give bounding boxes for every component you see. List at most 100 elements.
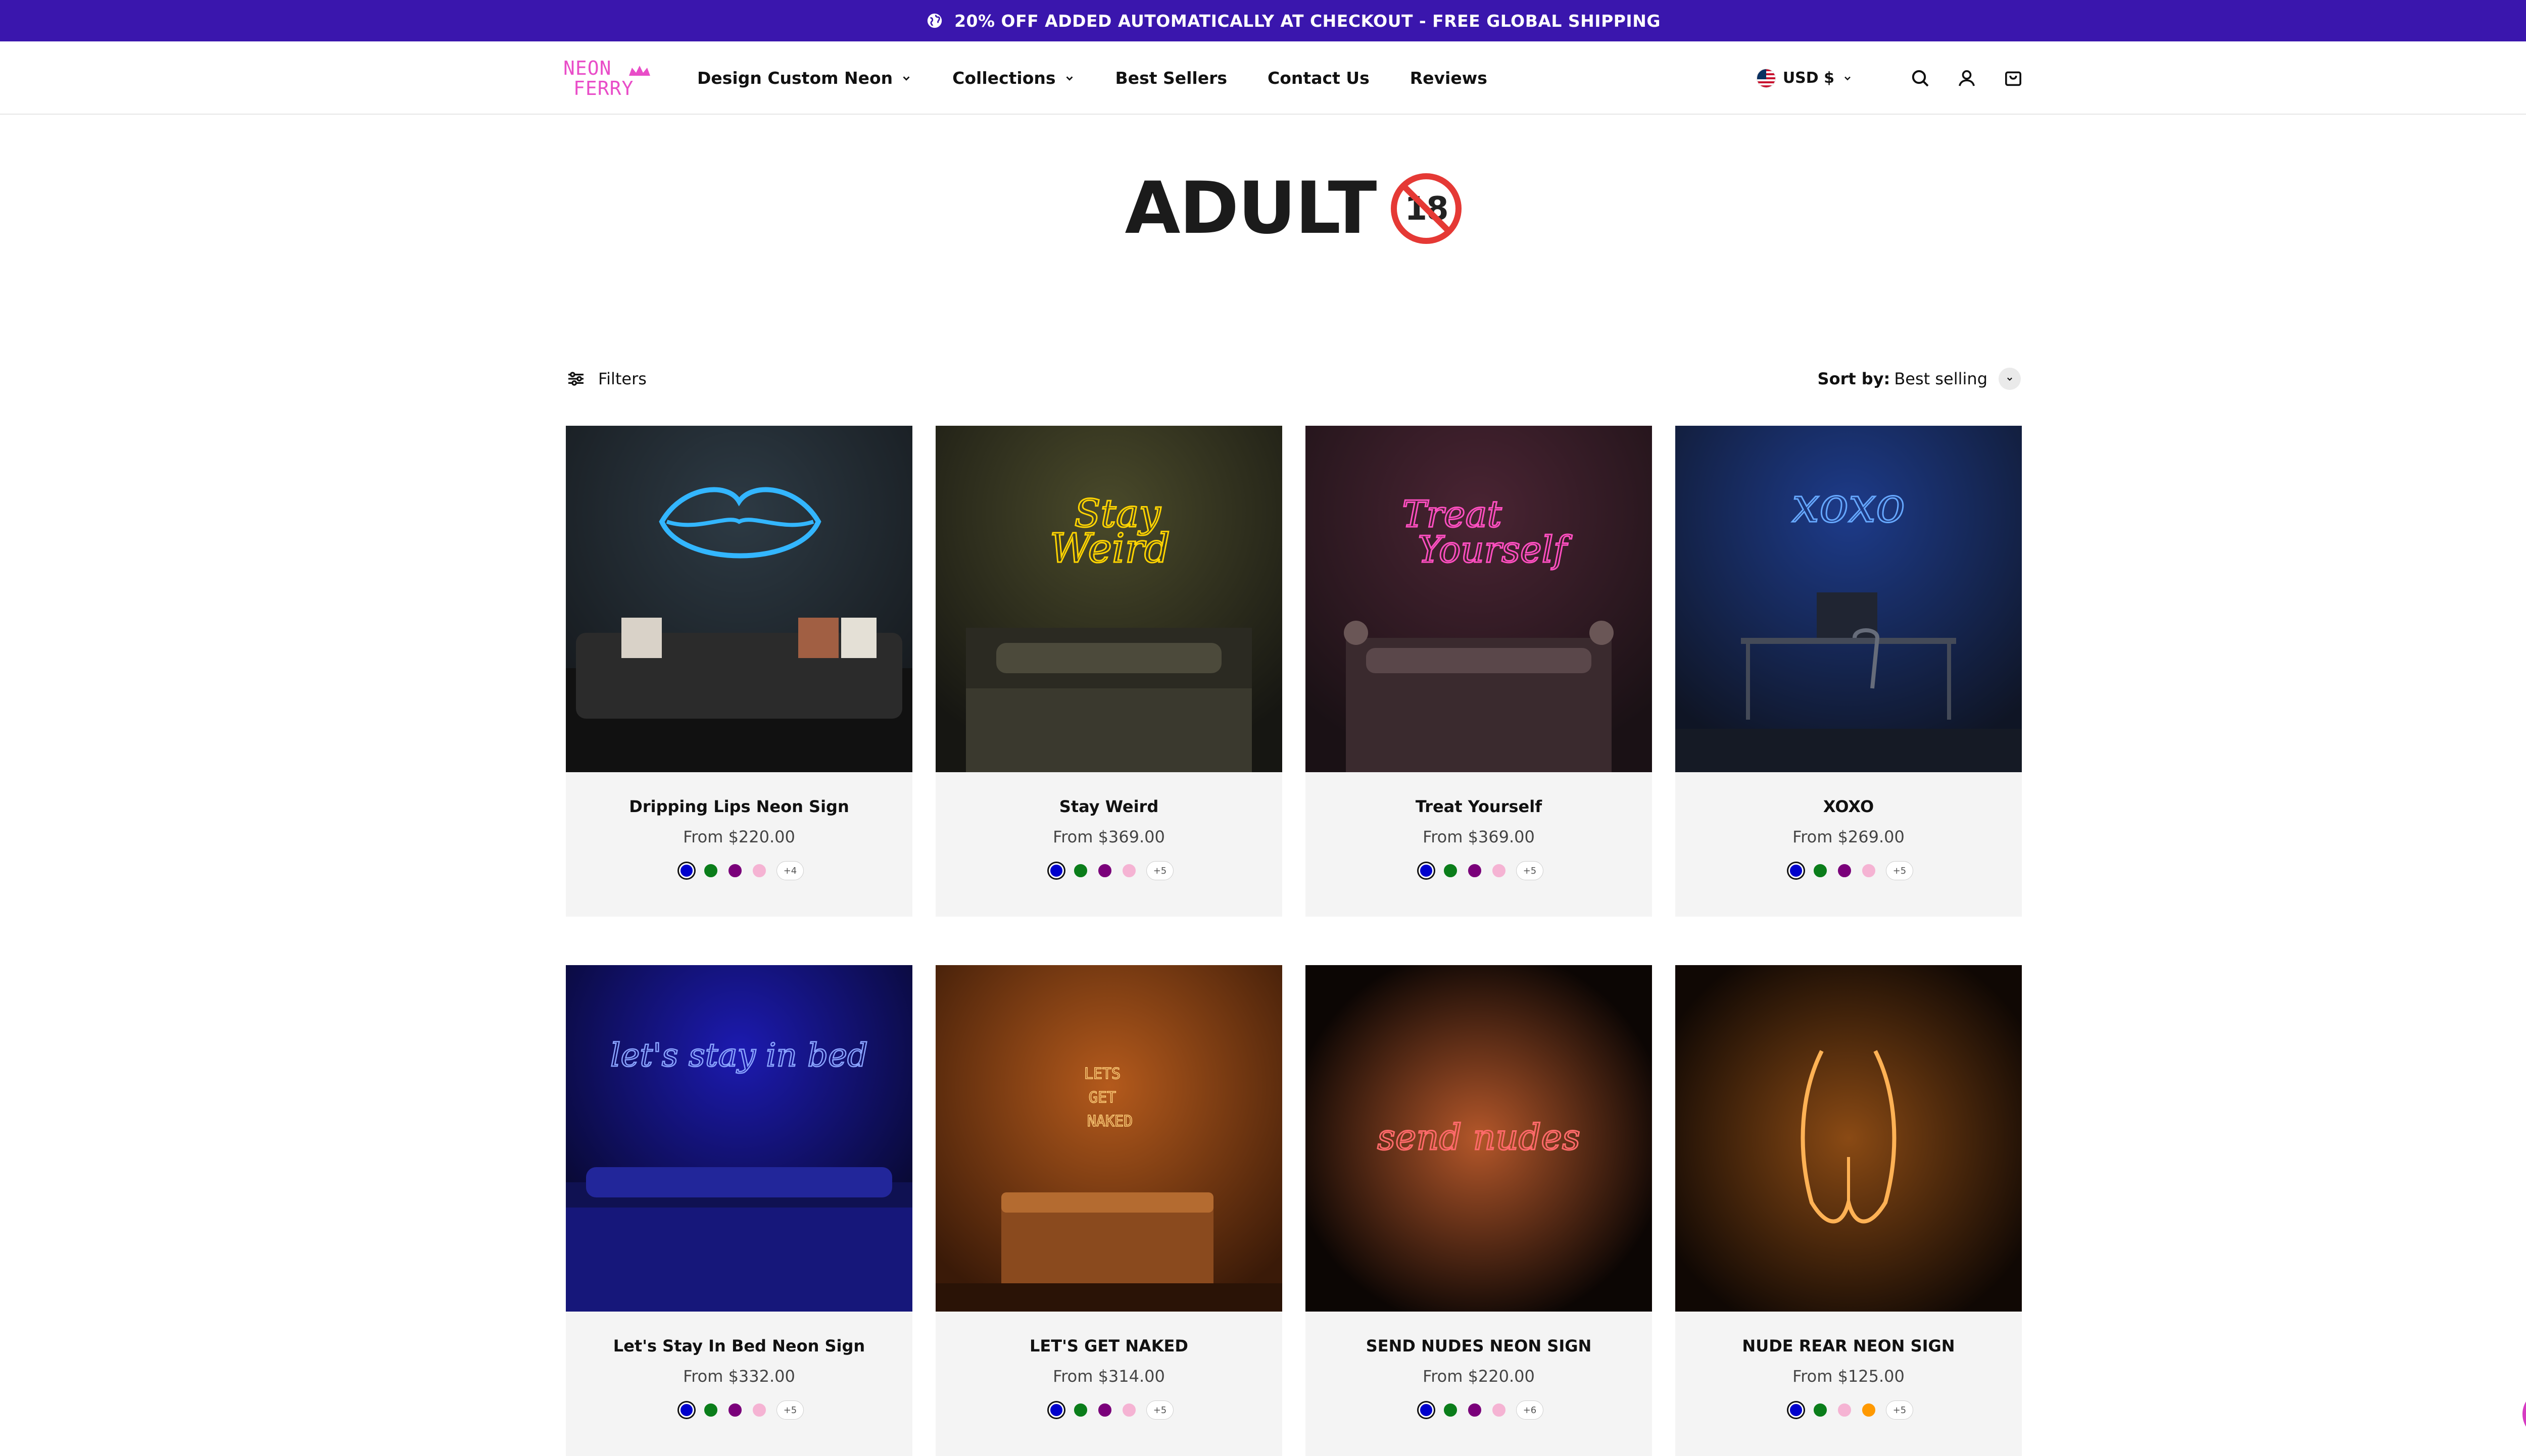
chevron-down-icon	[1999, 368, 2021, 390]
swatch-blue[interactable]	[1419, 1402, 1434, 1418]
sign-text-send-nudes: send nudes	[1377, 1117, 1580, 1158]
product-name: LET'S GET NAKED	[1030, 1336, 1188, 1355]
page-title: ADULT 18	[0, 167, 2526, 250]
sort-label: Sort by:	[1817, 369, 1890, 388]
swatch-blue[interactable]	[679, 863, 694, 878]
product-price: From $220.00	[683, 827, 795, 846]
product-card[interactable]: xoxo XOXO From $269.00 +5	[1675, 426, 2022, 917]
logo-line-2: FERRY	[573, 77, 634, 99]
page-title-text: ADULT	[1125, 167, 1377, 250]
sign-text-weird: Weird	[1050, 525, 1170, 572]
swatch-purple[interactable]	[1097, 1402, 1112, 1418]
site-header: NEON FERRY Design Custom Neon Collection…	[0, 41, 2526, 115]
product-image-nude-rear	[1675, 965, 2022, 1312]
nav-label: Design Custom Neon	[697, 68, 893, 88]
swatch-green[interactable]	[703, 1402, 718, 1418]
swatch-pink[interactable]	[1122, 1402, 1137, 1418]
swatch-pink[interactable]	[1491, 1402, 1507, 1418]
sort-value: Best selling	[1894, 369, 1987, 388]
nav-design-custom-neon[interactable]: Design Custom Neon	[697, 68, 912, 88]
crown-icon	[629, 66, 650, 76]
product-image-lets-stay-in-bed: let's stay in bed	[566, 965, 912, 1312]
more-swatches-badge[interactable]: +5	[1886, 1400, 1913, 1420]
filters-label: Filters	[598, 369, 647, 388]
product-image-treat-yourself: Treat Yourself	[1305, 426, 1652, 772]
more-swatches-badge[interactable]: +6	[1516, 1400, 1543, 1420]
product-name: Treat Yourself	[1415, 797, 1542, 816]
swatch-pink[interactable]	[752, 1402, 767, 1418]
product-card[interactable]: LETS GET NAKED LET'S GET NAKED From $314…	[936, 965, 1282, 1456]
swatch-green[interactable]	[1443, 863, 1458, 878]
chevron-down-icon	[903, 76, 910, 81]
main-nav: Design Custom Neon Collections Best Sell…	[697, 41, 1528, 115]
product-image-lets-get-naked: LETS GET NAKED	[936, 965, 1282, 1312]
swatch-pink[interactable]	[1122, 863, 1137, 878]
sign-text-naked: NAKED	[1087, 1113, 1133, 1130]
swatch-blue[interactable]	[1788, 1402, 1804, 1418]
swatch-green[interactable]	[1813, 1402, 1828, 1418]
swatch-green[interactable]	[1073, 863, 1088, 878]
swatch-orange[interactable]	[1861, 1402, 1876, 1418]
more-swatches-badge[interactable]: +5	[1146, 1400, 1174, 1420]
nav-label: Collections	[952, 68, 1056, 88]
account-icon[interactable]	[1957, 68, 1977, 88]
product-price: From $220.00	[1423, 1367, 1535, 1386]
globe-icon	[926, 12, 943, 29]
swatch-purple[interactable]	[727, 1402, 743, 1418]
swatch-blue[interactable]	[679, 1402, 694, 1418]
product-price: From $125.00	[1792, 1367, 1905, 1386]
swatch-pink[interactable]	[1491, 863, 1507, 878]
us-flag-icon	[1756, 68, 1776, 88]
nav-contact-us[interactable]: Contact Us	[1268, 68, 1370, 88]
swatch-blue[interactable]	[1049, 1402, 1064, 1418]
product-image-stay-weird: Stay Weird	[936, 426, 1282, 772]
swatch-green[interactable]	[1443, 1402, 1458, 1418]
currency-selector[interactable]: USD $	[1756, 68, 1853, 88]
swatch-blue[interactable]	[1419, 863, 1434, 878]
collection-toolbar: Filters Sort by: Best selling	[566, 364, 2021, 394]
sign-text-lets-stay-in-bed: let's stay in bed	[610, 1037, 868, 1074]
swatch-purple[interactable]	[1837, 863, 1852, 878]
swatch-green[interactable]	[703, 863, 718, 878]
color-swatches: +6	[1305, 1400, 1652, 1420]
filters-button[interactable]: Filters	[566, 364, 647, 394]
color-swatches: +5	[936, 1400, 1282, 1420]
swatch-purple[interactable]	[1097, 863, 1112, 878]
search-icon[interactable]	[1910, 68, 1930, 88]
swatch-purple[interactable]	[1467, 863, 1482, 878]
swatch-pink[interactable]	[752, 863, 767, 878]
swatch-green[interactable]	[1073, 1402, 1088, 1418]
color-swatches: +5	[566, 1400, 912, 1420]
product-price: From $369.00	[1423, 827, 1535, 846]
swatch-purple[interactable]	[727, 863, 743, 878]
swatch-blue[interactable]	[1049, 863, 1064, 878]
more-swatches-badge[interactable]: +4	[776, 861, 804, 880]
nav-reviews[interactable]: Reviews	[1410, 68, 1487, 88]
swatch-pink[interactable]	[1837, 1402, 1852, 1418]
product-card[interactable]: let's stay in bed Let's Stay In Bed Neon…	[566, 965, 912, 1456]
product-card[interactable]: Dripping Lips Neon Sign From $220.00 +4	[566, 426, 912, 917]
swatch-green[interactable]	[1813, 863, 1828, 878]
more-swatches-badge[interactable]: +5	[1146, 861, 1174, 880]
nav-collections[interactable]: Collections	[952, 68, 1075, 88]
more-swatches-badge[interactable]: +5	[1886, 861, 1913, 880]
color-swatches: +5	[936, 861, 1282, 880]
more-swatches-badge[interactable]: +5	[1516, 861, 1543, 880]
brand-logo[interactable]: NEON FERRY	[563, 56, 659, 101]
swatch-purple[interactable]	[1467, 1402, 1482, 1418]
product-card[interactable]: NUDE REAR NEON SIGN From $125.00 +5	[1675, 965, 2022, 1456]
sort-dropdown[interactable]: Sort by: Best selling	[1818, 364, 2021, 394]
more-swatches-badge[interactable]: +5	[776, 1400, 804, 1420]
nav-label: Contact Us	[1268, 68, 1370, 88]
swatch-blue[interactable]	[1788, 863, 1804, 878]
product-card[interactable]: Stay Weird Stay Weird From $369.00 +5	[936, 426, 1282, 917]
product-card[interactable]: send nudes SEND NUDES NEON SIGN From $22…	[1305, 965, 1652, 1456]
whatsapp-button[interactable]	[2522, 1390, 2526, 1438]
currency-label: USD $	[1782, 69, 1834, 87]
cart-icon[interactable]	[2003, 68, 2023, 88]
nav-best-sellers[interactable]: Best Sellers	[1115, 68, 1228, 88]
product-card[interactable]: Treat Yourself Treat Yourself From $369.…	[1305, 426, 1652, 917]
header-actions: USD $	[1756, 41, 2023, 115]
color-swatches: +5	[1305, 861, 1652, 880]
swatch-pink[interactable]	[1861, 863, 1876, 878]
